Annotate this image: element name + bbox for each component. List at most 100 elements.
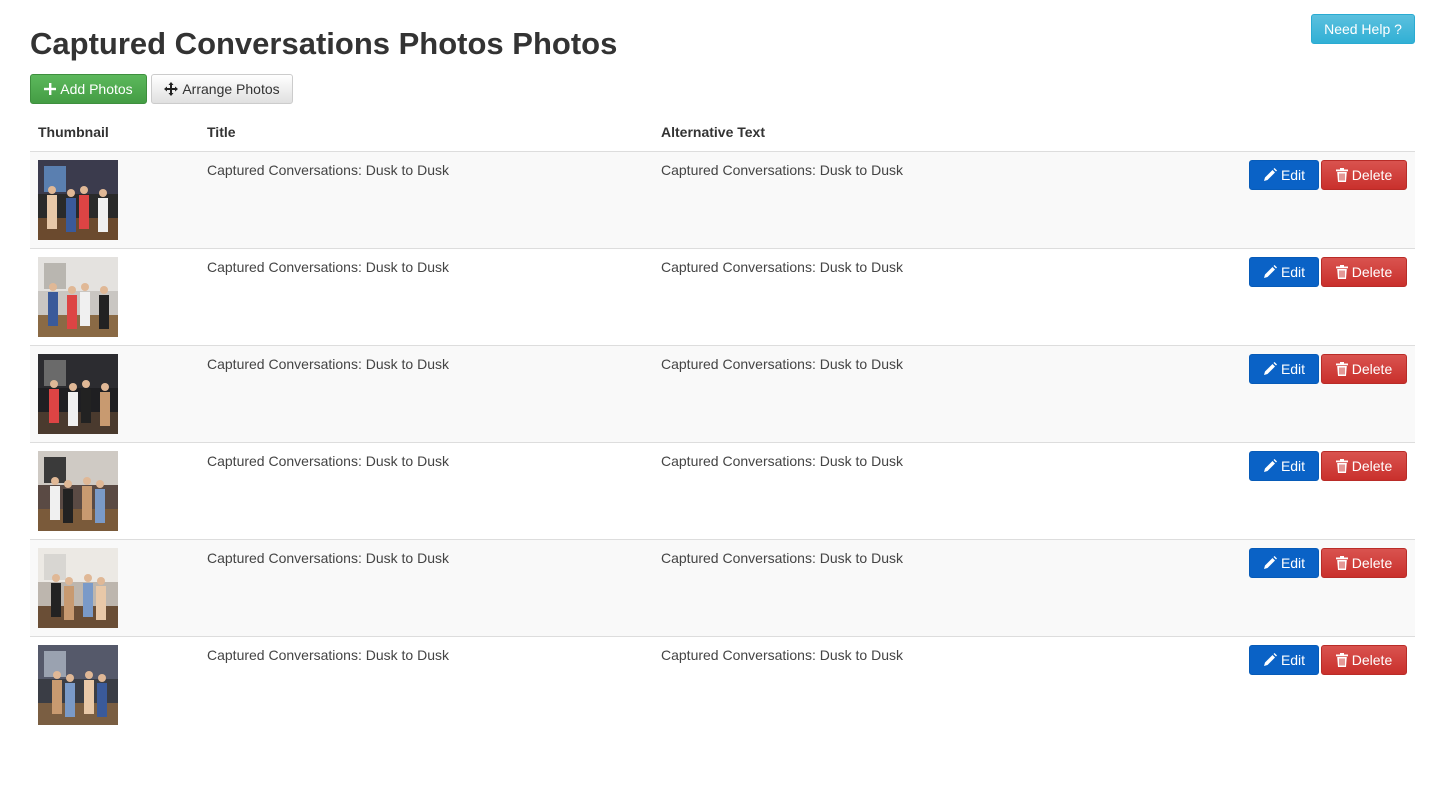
photo-thumbnail[interactable]	[38, 450, 118, 531]
photo-person-head	[96, 479, 104, 488]
photo-person-head	[100, 285, 108, 294]
photo-person-head	[52, 573, 60, 582]
table-row: Captured Conversations: Dusk to Dusk Cap…	[30, 248, 1415, 345]
table-row: Captured Conversations: Dusk to Dusk Cap…	[30, 442, 1415, 539]
photo-person-body	[99, 294, 109, 329]
trash-icon	[1335, 167, 1348, 182]
photo-person-head	[101, 382, 109, 391]
edit-label: Edit	[1280, 651, 1306, 668]
edit-label: Edit	[1280, 457, 1306, 474]
alt-text-cell: Captured Conversations: Dusk to Dusk	[661, 646, 903, 663]
table-row: Captured Conversations: Dusk to Dusk Cap…	[30, 345, 1415, 442]
thumbnail-cell	[30, 539, 199, 636]
table-header-row: Thumbnail Title Alternative Text	[30, 114, 1415, 152]
photo-person-head	[49, 282, 57, 291]
edit-label: Edit	[1280, 166, 1306, 183]
photo-person-head	[98, 673, 106, 682]
pencil-icon	[1263, 167, 1277, 181]
photo-person-body	[95, 488, 105, 523]
add-photos-label: Add Photos	[60, 81, 133, 97]
actions-cell: Edit Delete	[1133, 151, 1415, 248]
photo-person-body	[82, 485, 92, 520]
delete-label: Delete	[1351, 554, 1393, 571]
photo-person-body	[51, 582, 61, 617]
photo-person-head	[82, 379, 90, 388]
photo-person-body	[64, 585, 74, 620]
photo-person-head	[81, 282, 89, 291]
photo-person-head	[84, 573, 92, 582]
delete-label: Delete	[1351, 457, 1393, 474]
thumbnail-cell	[30, 248, 199, 345]
edit-button[interactable]: Edit	[1249, 159, 1319, 190]
actions-cell: Edit Delete	[1133, 539, 1415, 636]
column-header-thumbnail: Thumbnail	[30, 114, 199, 152]
delete-label: Delete	[1351, 651, 1393, 668]
photo-person-head	[51, 476, 59, 485]
title-cell: Captured Conversations: Dusk to Dusk	[207, 258, 449, 275]
photos-table: Thumbnail Title Alternative Text Capture…	[30, 114, 1415, 733]
edit-button[interactable]: Edit	[1249, 547, 1319, 578]
need-help-button[interactable]: Need Help ?	[1311, 14, 1415, 44]
photo-thumbnail[interactable]	[38, 256, 118, 337]
add-photos-button[interactable]: Add Photos	[30, 74, 147, 104]
column-header-actions	[1133, 114, 1415, 152]
delete-button[interactable]: Delete	[1321, 547, 1407, 578]
delete-button[interactable]: Delete	[1321, 256, 1407, 287]
toolbar: Add Photos Arrange Photos	[30, 74, 293, 104]
photo-person-body	[68, 391, 78, 426]
photo-person-body	[98, 197, 108, 232]
title-cell: Captured Conversations: Dusk to Dusk	[207, 161, 449, 178]
thumbnail-cell	[30, 636, 199, 733]
alt-text-cell: Captured Conversations: Dusk to Dusk	[661, 161, 903, 178]
photo-person-head	[67, 188, 75, 197]
delete-label: Delete	[1351, 166, 1393, 183]
actions-cell: Edit Delete	[1133, 442, 1415, 539]
actions-cell: Edit Delete	[1133, 248, 1415, 345]
photo-person-body	[100, 391, 110, 426]
alt-text-cell: Captured Conversations: Dusk to Dusk	[661, 549, 903, 566]
photo-person-head	[50, 379, 58, 388]
alt-text-cell: Captured Conversations: Dusk to Dusk	[661, 355, 903, 372]
photo-person-head	[68, 285, 76, 294]
photo-person-head	[65, 576, 73, 585]
actions-cell: Edit Delete	[1133, 345, 1415, 442]
delete-button[interactable]: Delete	[1321, 159, 1407, 190]
trash-icon	[1335, 264, 1348, 279]
title-cell: Captured Conversations: Dusk to Dusk	[207, 549, 449, 566]
plus-icon	[44, 83, 57, 95]
delete-button[interactable]: Delete	[1321, 450, 1407, 481]
photo-person-body	[52, 679, 62, 714]
edit-button[interactable]: Edit	[1249, 644, 1319, 675]
photo-person-body	[80, 291, 90, 326]
photo-person-body	[84, 679, 94, 714]
edit-label: Edit	[1280, 360, 1306, 377]
title-cell: Captured Conversations: Dusk to Dusk	[207, 646, 449, 663]
photo-person-body	[79, 194, 89, 229]
title-cell: Captured Conversations: Dusk to Dusk	[207, 452, 449, 469]
photo-person-body	[50, 485, 60, 520]
edit-button[interactable]: Edit	[1249, 256, 1319, 287]
photo-thumbnail[interactable]	[38, 353, 118, 434]
delete-label: Delete	[1351, 360, 1393, 377]
photo-thumbnail[interactable]	[38, 159, 118, 240]
trash-icon	[1335, 555, 1348, 570]
delete-button[interactable]: Delete	[1321, 644, 1407, 675]
actions-cell: Edit Delete	[1133, 636, 1415, 733]
trash-icon	[1335, 458, 1348, 473]
photo-person-body	[48, 291, 58, 326]
delete-button[interactable]: Delete	[1321, 353, 1407, 384]
edit-button[interactable]: Edit	[1249, 450, 1319, 481]
column-header-title: Title	[199, 114, 653, 152]
edit-button[interactable]: Edit	[1249, 353, 1319, 384]
arrange-photos-button[interactable]: Arrange Photos	[151, 74, 293, 104]
photo-person-head	[69, 382, 77, 391]
photo-thumbnail[interactable]	[38, 644, 118, 725]
edit-label: Edit	[1280, 554, 1306, 571]
photo-person-body	[65, 682, 75, 717]
alt-text-cell: Captured Conversations: Dusk to Dusk	[661, 452, 903, 469]
trash-icon	[1335, 652, 1348, 667]
photo-thumbnail[interactable]	[38, 547, 118, 628]
pencil-icon	[1263, 652, 1277, 666]
photo-person-head	[83, 476, 91, 485]
title-cell: Captured Conversations: Dusk to Dusk	[207, 355, 449, 372]
